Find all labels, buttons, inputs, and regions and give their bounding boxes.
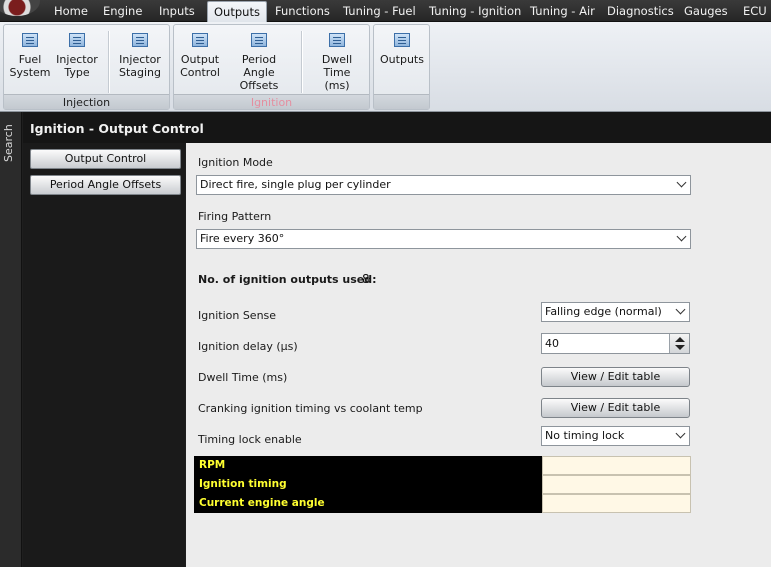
chevron-down-icon (675, 304, 686, 315)
menu-diagnostics[interactable]: Diagnostics (607, 0, 674, 22)
ignition-mode-label: Ignition Mode (198, 156, 273, 169)
live-label-ignition-timing: Ignition timing (194, 475, 542, 494)
ribbon-group-label-outputs (374, 94, 429, 109)
ribbon-separator (108, 31, 109, 93)
table-icon (69, 33, 85, 47)
main-menu-bar: Home Engine Inputs Outputs Functions Tun… (0, 0, 771, 23)
ignition-sense-label: Ignition Sense (198, 309, 277, 322)
output-control-label: Output Control (180, 53, 220, 79)
firing-pattern-select[interactable]: Fire every 360° (196, 229, 691, 249)
ignition-mode-select[interactable]: Direct fire, single plug per cylinder (196, 175, 691, 195)
table-icon (192, 33, 208, 47)
menu-tuning-air[interactable]: Tuning - Air (530, 0, 595, 22)
ignition-delay-input[interactable]: 40 (541, 333, 690, 354)
table-icon (251, 33, 267, 47)
ignition-delay-label: Ignition delay (µs) (198, 340, 298, 353)
live-label-rpm: RPM (194, 456, 542, 475)
ribbon-group-label-injection: Injection (4, 94, 169, 109)
menu-outputs[interactable]: Outputs (207, 1, 267, 23)
fuel-system-label: Fuel System (9, 53, 51, 79)
page-header: Ignition - Output Control (23, 112, 771, 143)
menu-gauges[interactable]: Gauges (684, 0, 728, 22)
dwell-time-label: Dwell Time (ms) (321, 53, 353, 92)
menu-functions[interactable]: Functions (275, 0, 330, 22)
injector-staging-button[interactable]: Injector Staging (114, 33, 166, 79)
ignition-mode-value: Direct fire, single plug per cylinder (200, 178, 391, 191)
table-row: Current engine angle (194, 494, 691, 513)
live-value-ignition-timing (542, 475, 691, 494)
output-control-button[interactable]: Output Control (178, 33, 222, 79)
cranking-timing-edit-button[interactable]: View / Edit table (541, 398, 690, 418)
period-angle-offsets-button[interactable]: Period Angle Offsets (226, 33, 292, 92)
chevron-down-icon (676, 231, 687, 242)
ribbon-separator (301, 31, 302, 93)
page-nav-panel: Output Control Period Angle Offsets (23, 143, 185, 567)
period-angle-offsets-label: Period Angle Offsets (239, 53, 279, 92)
injector-staging-label: Injector Staging (118, 53, 162, 79)
ribbon-group-ignition: Output Control Period Angle Offsets Dwel… (173, 24, 370, 110)
menu-tuning-ignition[interactable]: Tuning - Ignition (429, 0, 521, 22)
injector-type-label: Injector Type (56, 53, 98, 79)
outputs-used-value: 8 (362, 272, 370, 286)
ignition-sense-value: Falling edge (normal) (545, 305, 662, 318)
dwell-time-label: Dwell Time (ms) (198, 371, 288, 384)
ribbon-group-label-ignition: Ignition (174, 94, 369, 109)
live-label-engine-angle: Current engine angle (194, 494, 542, 513)
search-sidebar[interactable]: Search (0, 112, 22, 567)
grid-icon (329, 33, 345, 47)
menu-inputs[interactable]: Inputs (159, 0, 195, 22)
timing-lock-value: No timing lock (545, 429, 625, 442)
ribbon-toolbar: Fuel System Injector Type Injector Stagi… (0, 22, 771, 112)
outputs-label: Outputs (380, 53, 424, 66)
search-tab[interactable]: Search (2, 122, 15, 162)
live-value-engine-angle (542, 494, 691, 513)
menu-home[interactable]: Home (54, 0, 88, 22)
timing-lock-select[interactable]: No timing lock (541, 426, 690, 446)
firing-pattern-value: Fire every 360° (200, 232, 285, 245)
table-icon (394, 33, 410, 47)
ribbon-group-injection: Fuel System Injector Type Injector Stagi… (3, 24, 170, 110)
ignition-delay-value: 40 (545, 337, 559, 350)
menu-ecu-h[interactable]: ECU H (743, 0, 771, 22)
table-row: RPM (194, 456, 691, 475)
search-tab-label: Search (2, 124, 15, 162)
table-icon (22, 33, 38, 47)
menu-tuning-fuel[interactable]: Tuning - Fuel (343, 0, 416, 22)
outputs-button[interactable]: Outputs (378, 33, 426, 66)
chevron-down-icon (676, 177, 687, 188)
live-values-table: RPM Ignition timing Current engine angle (194, 456, 691, 513)
chevron-down-icon (675, 428, 686, 439)
nav-output-control-button[interactable]: Output Control (30, 149, 181, 169)
dwell-time-button[interactable]: Dwell Time (ms) (308, 33, 366, 92)
page-title: Ignition - Output Control (30, 121, 204, 136)
settings-panel: Ignition Mode Direct fire, single plug p… (186, 143, 771, 567)
ribbon-group-outputs: Outputs (373, 24, 430, 110)
menu-engine[interactable]: Engine (103, 0, 142, 22)
ignition-delay-stepper[interactable] (669, 334, 689, 353)
table-icon (132, 33, 148, 47)
nav-period-angle-offsets-button[interactable]: Period Angle Offsets (30, 175, 181, 195)
outputs-used-label: No. of ignition outputs used: (198, 273, 377, 286)
timing-lock-label: Timing lock enable (198, 433, 302, 446)
cranking-timing-label: Cranking ignition timing vs coolant temp (198, 402, 423, 415)
injector-type-button[interactable]: Injector Type (54, 33, 100, 79)
ignition-sense-select[interactable]: Falling edge (normal) (541, 302, 690, 322)
arrow-up-icon[interactable] (675, 337, 685, 342)
arrow-down-icon[interactable] (675, 345, 685, 350)
fuel-system-button[interactable]: Fuel System (8, 33, 52, 79)
firing-pattern-label: Firing Pattern (198, 210, 272, 223)
table-row: Ignition timing (194, 475, 691, 494)
app-logo[interactable] (0, 0, 40, 16)
dwell-time-edit-button[interactable]: View / Edit table (541, 367, 690, 387)
live-value-rpm (542, 456, 691, 475)
